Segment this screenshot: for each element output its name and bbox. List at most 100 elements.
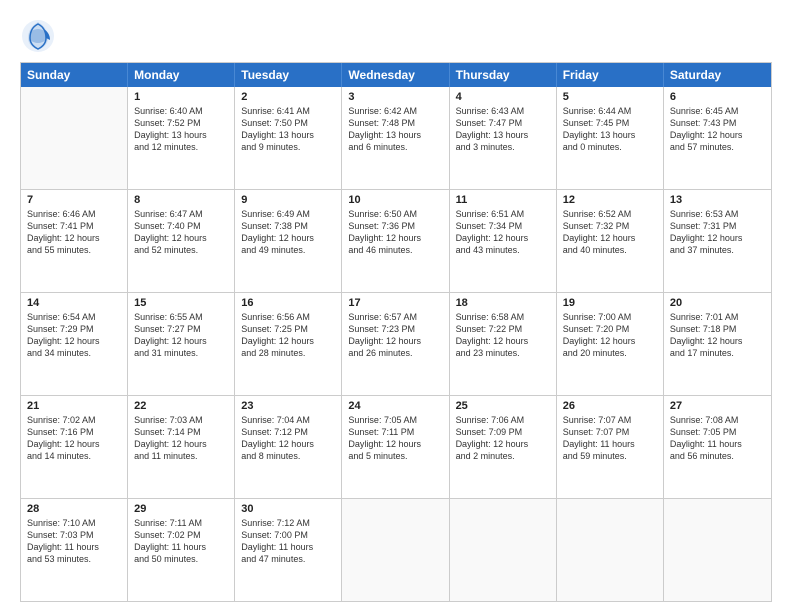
cell-info-line: and 14 minutes. — [27, 450, 121, 462]
cell-info-line: Sunset: 7:07 PM — [563, 426, 657, 438]
day-number: 16 — [241, 297, 335, 309]
day-number: 17 — [348, 297, 442, 309]
calendar-cell — [21, 87, 128, 189]
calendar-cell: 7Sunrise: 6:46 AMSunset: 7:41 PMDaylight… — [21, 190, 128, 292]
cell-info-line: Daylight: 12 hours — [563, 335, 657, 347]
cell-info-line: Sunrise: 7:08 AM — [670, 414, 765, 426]
cell-info-line: Daylight: 12 hours — [670, 232, 765, 244]
calendar-cell: 1Sunrise: 6:40 AMSunset: 7:52 PMDaylight… — [128, 87, 235, 189]
calendar-header: SundayMondayTuesdayWednesdayThursdayFrid… — [21, 63, 771, 87]
calendar-cell: 26Sunrise: 7:07 AMSunset: 7:07 PMDayligh… — [557, 396, 664, 498]
calendar-cell: 6Sunrise: 6:45 AMSunset: 7:43 PMDaylight… — [664, 87, 771, 189]
cell-info-line: Sunrise: 7:03 AM — [134, 414, 228, 426]
cell-info-line: Sunrise: 6:50 AM — [348, 208, 442, 220]
calendar-cell: 28Sunrise: 7:10 AMSunset: 7:03 PMDayligh… — [21, 499, 128, 601]
day-number: 9 — [241, 194, 335, 206]
cell-info-line: and 23 minutes. — [456, 347, 550, 359]
calendar-cell — [342, 499, 449, 601]
cell-info-line: Daylight: 12 hours — [134, 232, 228, 244]
day-number: 25 — [456, 400, 550, 412]
header-day-saturday: Saturday — [664, 63, 771, 87]
day-number: 13 — [670, 194, 765, 206]
cell-info-line: Daylight: 12 hours — [456, 438, 550, 450]
day-number: 30 — [241, 503, 335, 515]
day-number: 23 — [241, 400, 335, 412]
cell-info-line: Daylight: 12 hours — [563, 232, 657, 244]
cell-info-line: and 31 minutes. — [134, 347, 228, 359]
cell-info-line: and 47 minutes. — [241, 553, 335, 565]
cell-info-line: Daylight: 11 hours — [134, 541, 228, 553]
cell-info-line: Sunset: 7:32 PM — [563, 220, 657, 232]
cell-info-line: and 26 minutes. — [348, 347, 442, 359]
cell-info-line: Sunset: 7:40 PM — [134, 220, 228, 232]
cell-info-line: Sunset: 7:11 PM — [348, 426, 442, 438]
cell-info-line: Sunrise: 7:12 AM — [241, 517, 335, 529]
calendar-cell: 22Sunrise: 7:03 AMSunset: 7:14 PMDayligh… — [128, 396, 235, 498]
cell-info-line: and 37 minutes. — [670, 244, 765, 256]
cell-info-line: Sunrise: 6:42 AM — [348, 105, 442, 117]
calendar-row-4: 28Sunrise: 7:10 AMSunset: 7:03 PMDayligh… — [21, 498, 771, 601]
calendar-cell: 11Sunrise: 6:51 AMSunset: 7:34 PMDayligh… — [450, 190, 557, 292]
cell-info-line: Daylight: 13 hours — [348, 129, 442, 141]
calendar-cell: 19Sunrise: 7:00 AMSunset: 7:20 PMDayligh… — [557, 293, 664, 395]
cell-info-line: Sunrise: 7:11 AM — [134, 517, 228, 529]
cell-info-line: Sunset: 7:36 PM — [348, 220, 442, 232]
calendar-cell: 8Sunrise: 6:47 AMSunset: 7:40 PMDaylight… — [128, 190, 235, 292]
calendar-row-0: 1Sunrise: 6:40 AMSunset: 7:52 PMDaylight… — [21, 87, 771, 189]
cell-info-line: Sunset: 7:03 PM — [27, 529, 121, 541]
calendar-cell: 2Sunrise: 6:41 AMSunset: 7:50 PMDaylight… — [235, 87, 342, 189]
cell-info-line: Sunset: 7:18 PM — [670, 323, 765, 335]
day-number: 26 — [563, 400, 657, 412]
cell-info-line: and 6 minutes. — [348, 141, 442, 153]
day-number: 20 — [670, 297, 765, 309]
cell-info-line: and 11 minutes. — [134, 450, 228, 462]
cell-info-line: and 57 minutes. — [670, 141, 765, 153]
cell-info-line: and 8 minutes. — [241, 450, 335, 462]
day-number: 21 — [27, 400, 121, 412]
day-number: 27 — [670, 400, 765, 412]
cell-info-line: Daylight: 13 hours — [241, 129, 335, 141]
cell-info-line: Sunset: 7:09 PM — [456, 426, 550, 438]
cell-info-line: Sunset: 7:25 PM — [241, 323, 335, 335]
cell-info-line: and 49 minutes. — [241, 244, 335, 256]
calendar-row-2: 14Sunrise: 6:54 AMSunset: 7:29 PMDayligh… — [21, 292, 771, 395]
calendar-cell: 5Sunrise: 6:44 AMSunset: 7:45 PMDaylight… — [557, 87, 664, 189]
cell-info-line: Daylight: 11 hours — [241, 541, 335, 553]
cell-info-line: Sunrise: 6:40 AM — [134, 105, 228, 117]
header-day-friday: Friday — [557, 63, 664, 87]
calendar-cell: 3Sunrise: 6:42 AMSunset: 7:48 PMDaylight… — [342, 87, 449, 189]
cell-info-line: Daylight: 11 hours — [670, 438, 765, 450]
cell-info-line: Sunset: 7:41 PM — [27, 220, 121, 232]
calendar-cell: 23Sunrise: 7:04 AMSunset: 7:12 PMDayligh… — [235, 396, 342, 498]
cell-info-line: Sunrise: 7:01 AM — [670, 311, 765, 323]
cell-info-line: Daylight: 12 hours — [241, 232, 335, 244]
cell-info-line: Daylight: 12 hours — [456, 232, 550, 244]
cell-info-line: Sunset: 7:23 PM — [348, 323, 442, 335]
cell-info-line: Sunrise: 6:47 AM — [134, 208, 228, 220]
cell-info-line: Sunset: 7:12 PM — [241, 426, 335, 438]
cell-info-line: Daylight: 12 hours — [27, 232, 121, 244]
cell-info-line: Sunset: 7:52 PM — [134, 117, 228, 129]
calendar-cell: 27Sunrise: 7:08 AMSunset: 7:05 PMDayligh… — [664, 396, 771, 498]
day-number: 5 — [563, 91, 657, 103]
cell-info-line: Daylight: 12 hours — [670, 335, 765, 347]
cell-info-line: and 0 minutes. — [563, 141, 657, 153]
day-number: 4 — [456, 91, 550, 103]
cell-info-line: Daylight: 12 hours — [27, 438, 121, 450]
calendar-row-3: 21Sunrise: 7:02 AMSunset: 7:16 PMDayligh… — [21, 395, 771, 498]
cell-info-line: and 53 minutes. — [27, 553, 121, 565]
header-day-sunday: Sunday — [21, 63, 128, 87]
cell-info-line: Daylight: 12 hours — [456, 335, 550, 347]
cell-info-line: and 28 minutes. — [241, 347, 335, 359]
cell-info-line: Sunrise: 6:41 AM — [241, 105, 335, 117]
calendar-cell: 30Sunrise: 7:12 AMSunset: 7:00 PMDayligh… — [235, 499, 342, 601]
cell-info-line: Daylight: 12 hours — [241, 335, 335, 347]
cell-info-line: Sunrise: 6:49 AM — [241, 208, 335, 220]
calendar-cell — [450, 499, 557, 601]
cell-info-line: and 20 minutes. — [563, 347, 657, 359]
cell-info-line: and 3 minutes. — [456, 141, 550, 153]
page: SundayMondayTuesdayWednesdayThursdayFrid… — [0, 0, 792, 612]
day-number: 14 — [27, 297, 121, 309]
day-number: 18 — [456, 297, 550, 309]
day-number: 15 — [134, 297, 228, 309]
